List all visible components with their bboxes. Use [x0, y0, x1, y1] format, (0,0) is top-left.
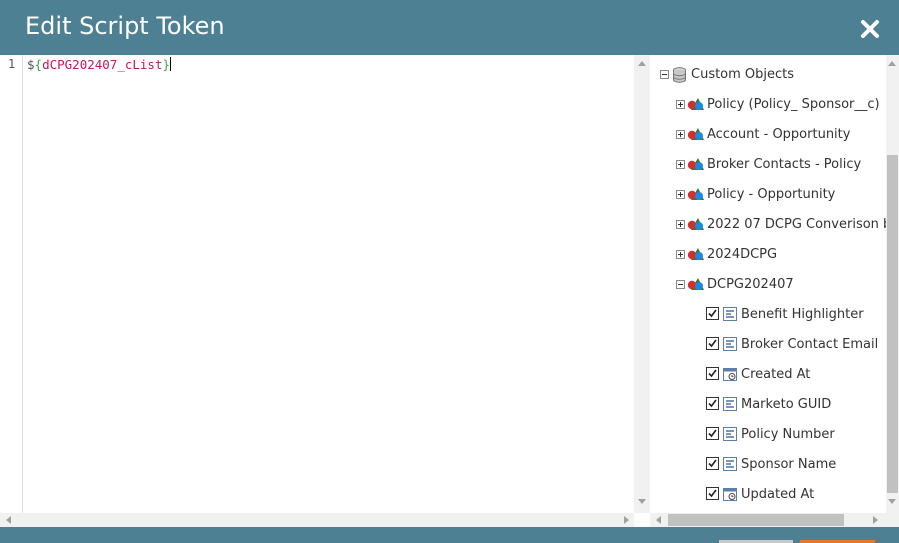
tree-object-label: Account - Opportunity [707, 127, 851, 142]
custom-object-icon [687, 248, 704, 260]
close-icon[interactable] [858, 17, 882, 41]
custom-object-icon [687, 218, 704, 230]
text-field-icon [723, 457, 737, 471]
expand-icon[interactable] [676, 220, 685, 229]
field-checkbox[interactable] [706, 397, 719, 410]
field-checkbox[interactable] [706, 307, 719, 320]
field-checkbox[interactable] [706, 337, 719, 350]
field-checkbox[interactable] [706, 367, 719, 380]
dialog-header: Edit Script Token [0, 0, 899, 55]
field-checkbox[interactable] [706, 457, 719, 470]
field-label: Benefit Highlighter [741, 307, 864, 322]
database-icon [673, 67, 686, 83]
tree-object-label: Policy (Policy_ Sponsor__c) [707, 97, 880, 112]
line-number: 1 [8, 57, 16, 71]
dialog-title: Edit Script Token [25, 12, 225, 40]
checkmark-icon [708, 369, 717, 378]
field-label: Sponsor Name [741, 457, 837, 472]
checkmark-icon [708, 309, 717, 318]
tree-object-label: DCPG202407 [707, 277, 794, 292]
collapse-icon[interactable] [660, 70, 669, 79]
token-tree: Custom Objects Policy (Policy_ Sponsor__… [650, 55, 886, 513]
field-label: Marketo GUID [741, 397, 832, 412]
custom-object-icon [687, 128, 704, 140]
scroll-down-icon[interactable] [638, 499, 646, 504]
dialog-footer [0, 527, 899, 543]
checkmark-icon [708, 459, 717, 468]
field-label: Broker Contact Email [741, 337, 879, 352]
tree-object-label: Policy - Opportunity [707, 187, 836, 202]
checkmark-icon [708, 339, 717, 348]
code-close-brace: } [162, 57, 171, 72]
checkmark-icon [708, 429, 717, 438]
expand-icon[interactable] [676, 100, 685, 109]
scroll-right-icon[interactable] [873, 516, 878, 524]
collapse-icon[interactable] [676, 280, 685, 289]
custom-object-icon [687, 278, 704, 290]
scroll-down-icon[interactable] [888, 499, 896, 504]
scroll-up-icon[interactable] [638, 61, 646, 66]
custom-object-icon [687, 98, 704, 110]
expand-icon[interactable] [676, 250, 685, 259]
tree-object-label: 2022 07 DCPG Converison broker [707, 217, 886, 232]
scroll-left-icon[interactable] [6, 516, 11, 524]
line-number-gutter: 1 [0, 55, 23, 513]
field-checkbox[interactable] [706, 487, 719, 500]
scrollbar-thumb[interactable] [887, 155, 898, 493]
editor-horizontal-scrollbar[interactable] [0, 513, 634, 527]
text-field-icon [723, 397, 737, 411]
text-field-icon [723, 337, 737, 351]
editor-vertical-scrollbar[interactable] [634, 55, 650, 513]
checkmark-icon [708, 489, 717, 498]
text-cursor [170, 57, 172, 71]
expand-icon[interactable] [676, 160, 685, 169]
checkmark-icon [708, 399, 717, 408]
tree-object-label: 2024DCPG [707, 247, 778, 262]
script-editor[interactable]: 1 ${dCPG202407_cList} [0, 55, 634, 527]
expand-icon[interactable] [676, 130, 685, 139]
tree-vertical-scrollbar[interactable] [886, 55, 899, 513]
field-label: Updated At [741, 487, 815, 502]
field-label: Created At [741, 367, 811, 382]
text-field-icon [723, 307, 737, 321]
scroll-up-icon[interactable] [888, 61, 896, 66]
text-field-icon [723, 427, 737, 441]
code-line[interactable]: ${dCPG202407_cList} [27, 57, 172, 72]
scrollbar-corner [886, 513, 899, 527]
custom-object-icon [687, 188, 704, 200]
code-variable: dCPG202407_cList [42, 57, 163, 72]
date-field-icon [723, 488, 737, 501]
code-open-brace: { [34, 57, 43, 72]
code-dollar: $ [27, 57, 35, 72]
field-label: Policy Number [741, 427, 835, 442]
scroll-right-icon[interactable] [624, 516, 629, 524]
custom-object-icon [687, 158, 704, 170]
expand-icon[interactable] [676, 190, 685, 199]
date-field-icon [723, 368, 737, 381]
tree-horizontal-scrollbar[interactable] [650, 513, 886, 527]
field-checkbox[interactable] [706, 427, 719, 440]
tree-root-label: Custom Objects [691, 67, 795, 82]
scrollbar-thumb[interactable] [668, 514, 844, 526]
tree-object-label: Broker Contacts - Policy [707, 157, 862, 172]
scroll-left-icon[interactable] [656, 516, 661, 524]
